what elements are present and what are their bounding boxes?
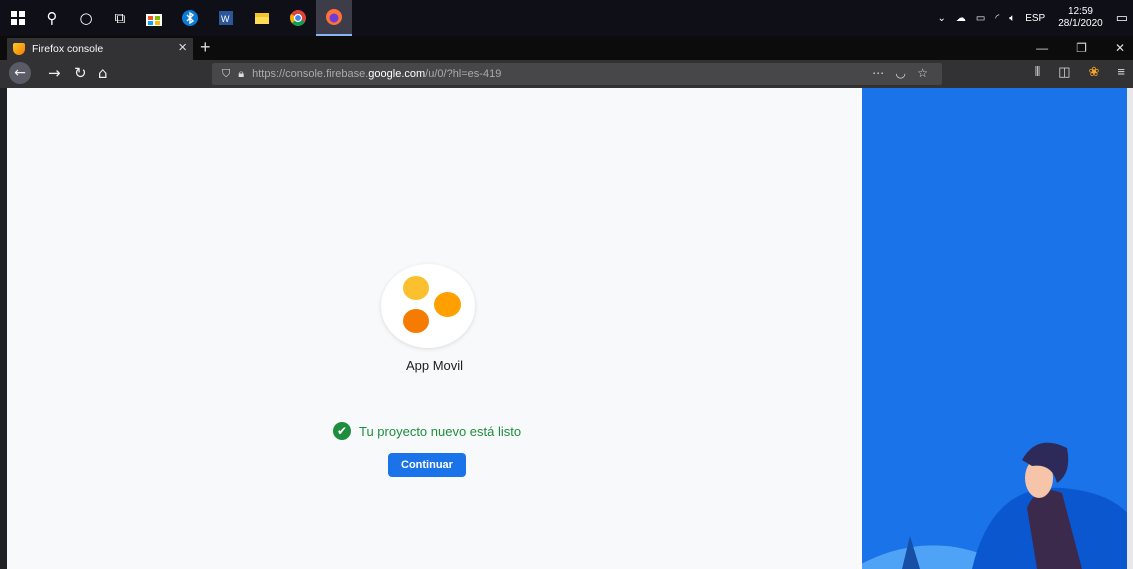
bluetooth-app-icon[interactable]	[172, 0, 208, 36]
bookmark-star-icon[interactable]: ☆	[917, 66, 928, 80]
file-explorer-app-icon[interactable]	[244, 0, 280, 36]
chevron-up-icon[interactable]: ⌄	[937, 13, 945, 24]
url-path: /u/0/?hl=es-419	[425, 68, 502, 80]
amber-dot-icon	[434, 292, 461, 317]
forward-arrow-icon[interactable]: →	[48, 64, 61, 82]
url-bar[interactable]: ⛉ 🔒︎ https://console.firebase. google.com…	[212, 63, 942, 85]
reload-icon[interactable]: ↻	[74, 64, 87, 82]
person-illustration	[862, 442, 1133, 569]
windows-start-icon[interactable]	[2, 2, 34, 34]
browser-nav-bar: ← → ↻ ⌂ ⛉ 🔒︎ https://console.firebase. go…	[0, 60, 1133, 88]
yellow-dot-icon	[403, 276, 429, 300]
close-tab-icon[interactable]: ×	[178, 39, 187, 56]
illustration-panel	[862, 88, 1133, 569]
chrome-app-icon[interactable]	[280, 0, 316, 36]
clock-time: 12:59	[1067, 6, 1093, 17]
clock[interactable]: 12:59 28/1/2020	[1058, 6, 1103, 30]
project-name: App Movil	[405, 358, 464, 373]
more-icon[interactable]: ⋯	[872, 66, 884, 80]
system-tray: ⌄ ☁ ▭ ◜ 🔈︎ ESP 12:59 28/1/2020 ▭	[932, 0, 1133, 36]
page-actions: ⋯ ◡ ☆	[872, 66, 928, 80]
firebase-favicon-icon	[13, 43, 25, 55]
url-host: google.com	[368, 68, 426, 80]
cloud-icon[interactable]: ☁	[956, 13, 966, 24]
tab-title: Firefox console	[32, 43, 104, 55]
status-text: Tu proyecto nuevo está listo	[359, 423, 522, 439]
pocket-icon[interactable]: ◡	[895, 66, 905, 80]
url-prefix: https://console.firebase.	[252, 68, 369, 80]
notifications-icon[interactable]: ▭	[1116, 10, 1128, 26]
firebase-content: App Movil ✔ Tu proyecto nuevo está listo…	[7, 88, 862, 569]
minimize-icon[interactable]: —	[1036, 41, 1048, 55]
firefox-app-icon[interactable]	[316, 0, 352, 36]
volume-icon[interactable]: 🔈︎	[1009, 13, 1015, 24]
project-avatar	[381, 264, 475, 348]
library-icon[interactable]: ⫴	[1035, 64, 1040, 80]
store-app-icon[interactable]	[136, 0, 172, 36]
new-tab-icon[interactable]: +	[200, 36, 211, 58]
battery-icon[interactable]: ▭	[976, 13, 985, 24]
search-icon[interactable]: ⚲	[36, 2, 68, 34]
word-app-icon[interactable]: W	[208, 0, 244, 36]
sidebar-icon[interactable]: ◫	[1058, 64, 1070, 80]
windows-taskbar: ⚲ ○ ⧉ W ⌄ ☁ ▭ ◜ 🔈︎ ESP 12:59 28/1/2020 ▭	[0, 0, 1133, 36]
home-icon[interactable]: ⌂	[98, 64, 108, 82]
menu-icon[interactable]: ≡	[1117, 64, 1125, 80]
wifi-icon[interactable]: ◜	[995, 13, 999, 24]
browser-tab-bar: Firefox console × + — ❐ ✕	[0, 36, 1133, 60]
task-view-icon[interactable]: ⧉	[104, 2, 136, 34]
orange-dot-icon	[403, 309, 429, 333]
status-message: ✔ Tu proyecto nuevo está listo	[333, 422, 521, 440]
svg-text:W: W	[221, 14, 230, 24]
extension-icon[interactable]: ❀	[1089, 64, 1100, 80]
tab-firebase-console[interactable]: Firefox console ×	[7, 38, 193, 60]
shield-icon[interactable]: ⛉	[222, 68, 230, 81]
close-window-icon[interactable]: ✕	[1115, 41, 1125, 55]
cortana-icon[interactable]: ○	[70, 2, 102, 34]
continue-button[interactable]: Continuar	[388, 453, 466, 477]
toolbar-right: ⫴ ◫ ❀ ≡	[1017, 64, 1125, 80]
back-arrow-icon[interactable]: ←	[9, 62, 31, 84]
language-indicator[interactable]: ESP	[1025, 13, 1045, 24]
restore-icon[interactable]: ❐	[1076, 41, 1087, 55]
clock-date: 28/1/2020	[1058, 18, 1103, 29]
scrollbar[interactable]	[1127, 88, 1133, 569]
check-circle-icon: ✔	[333, 422, 351, 440]
lock-icon[interactable]: 🔒︎	[238, 68, 244, 81]
window-controls: — ❐ ✕	[1008, 36, 1125, 60]
